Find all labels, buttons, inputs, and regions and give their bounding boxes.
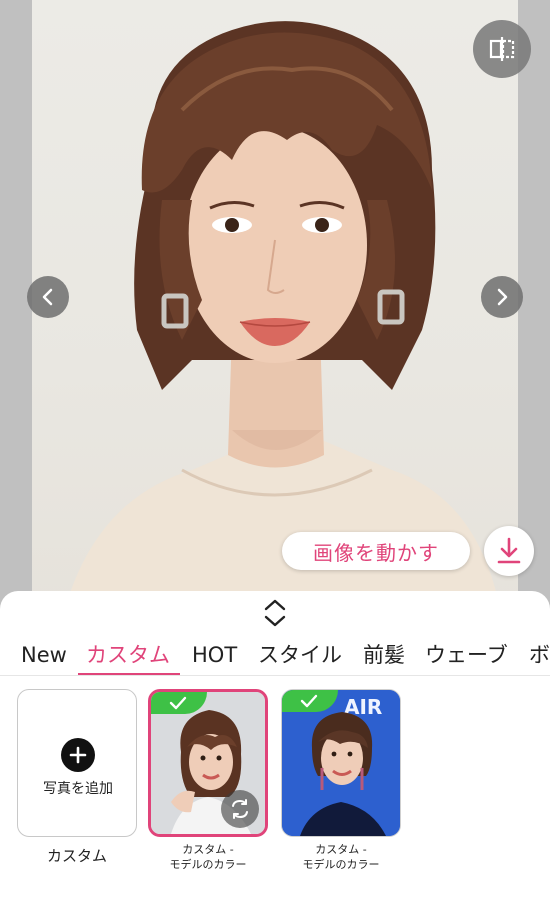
tab-hot[interactable]: HOT — [192, 635, 237, 675]
sheet-expand-handle[interactable] — [259, 596, 291, 630]
move-image-button[interactable]: 画像を動かす — [282, 532, 470, 570]
plus-icon — [61, 738, 95, 772]
category-tabs: New カスタム HOT スタイル 前髪 ウェーブ ボ — [0, 635, 550, 675]
style-card-label-line2: モデルのカラー — [169, 858, 247, 871]
style-card[interactable]: AIR — [281, 689, 401, 837]
style-card-list: 写真を追加 AIR カスタム カスタム - モデルのカラー カスタム - モデル… — [0, 689, 550, 889]
next-style-button[interactable] — [481, 276, 523, 318]
compare-button[interactable] — [473, 20, 531, 78]
split-compare-icon — [489, 37, 515, 61]
tab-new[interactable]: New — [21, 635, 67, 675]
download-button[interactable] — [484, 526, 534, 576]
check-icon — [300, 694, 318, 708]
check-icon — [169, 696, 187, 710]
hairstyle-preview: 画像を動かす — [0, 0, 550, 620]
chevron-right-icon — [497, 288, 508, 306]
add-photo-label: 写真を追加 — [43, 781, 113, 797]
style-picker-sheet: New カスタム HOT スタイル 前髪 ウェーブ ボ 写真を追加 AIR カス… — [0, 591, 550, 919]
add-photo-card[interactable]: 写真を追加 — [17, 689, 137, 837]
previous-style-button[interactable] — [27, 276, 69, 318]
style-card-label-line2: モデルのカラー — [302, 858, 380, 871]
style-card-label: カスタム - モデルのカラー — [281, 842, 401, 872]
tab-more[interactable]: ボ — [529, 635, 550, 675]
preview-photo[interactable] — [32, 0, 518, 620]
move-image-label: 画像を動かす — [313, 540, 439, 565]
tab-style[interactable]: スタイル — [258, 635, 342, 675]
app-screen: 画像を動かす New カスタム HOT スタイル 前髪 ウェーブ ボ 写真を追加… — [0, 0, 550, 919]
add-card-label: カスタム — [46, 847, 107, 865]
swap-color-button[interactable] — [221, 790, 259, 828]
chevron-left-icon — [42, 288, 53, 306]
tab-bangs[interactable]: 前髪 — [363, 635, 405, 675]
swap-color-icon — [232, 799, 248, 819]
style-card[interactable] — [148, 689, 268, 837]
tab-wave[interactable]: ウェーブ — [425, 635, 508, 675]
style-card-label: カスタム - モデルのカラー — [148, 842, 268, 872]
tab-custom[interactable]: カスタム — [86, 635, 170, 675]
expand-collapse-icon — [264, 599, 286, 627]
tabs-divider — [0, 675, 550, 676]
style-card-label-line1: カスタム - — [182, 843, 234, 856]
download-icon — [497, 537, 521, 564]
style-card-label-line1: カスタム - — [315, 843, 367, 856]
